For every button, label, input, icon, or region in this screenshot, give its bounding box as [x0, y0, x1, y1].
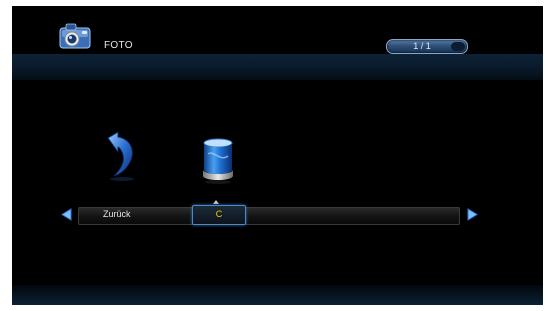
media-player-screen: FOTO 1 / 1 Zurück C	[12, 6, 543, 305]
page-indicator: 1 / 1	[386, 39, 468, 54]
drive-icon	[203, 138, 233, 184]
page-title: FOTO	[104, 40, 133, 51]
drive-tile[interactable]	[198, 136, 238, 186]
page-indicator-cap	[451, 42, 465, 51]
camera-icon	[58, 22, 92, 52]
arrow-right-icon[interactable]	[466, 208, 479, 221]
header-band	[12, 54, 543, 80]
back-arrow-icon	[107, 131, 134, 181]
back-tile[interactable]	[102, 130, 138, 182]
footer-band	[12, 285, 543, 305]
selection-caret	[213, 200, 219, 204]
item-label-back[interactable]: Zurück	[103, 209, 131, 219]
selected-item-box[interactable]: C	[192, 205, 246, 225]
item-label-drive: C	[215, 209, 223, 219]
arrow-left-icon[interactable]	[60, 208, 73, 221]
item-name-bar	[78, 207, 460, 225]
